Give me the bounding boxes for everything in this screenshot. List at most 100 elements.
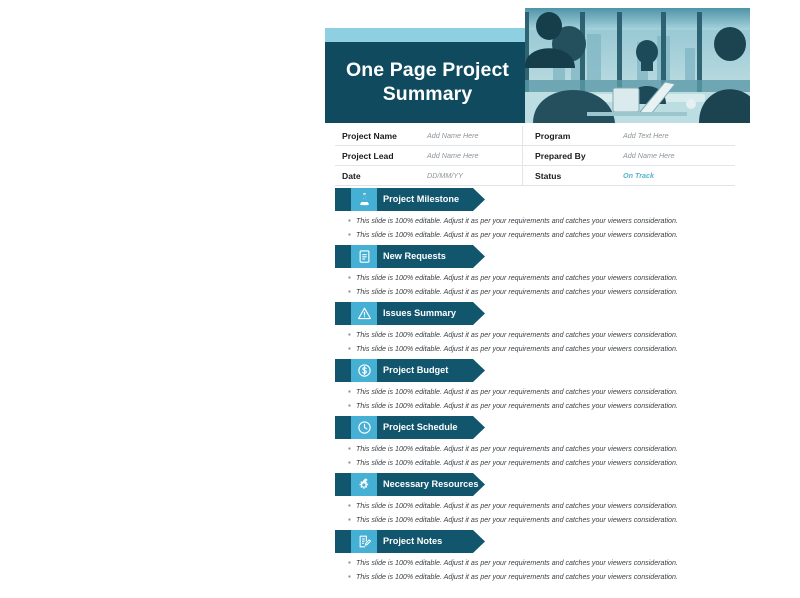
field-label-prepared-by: Prepared By [535,150,586,161]
list-item: ▪ This slide is 100% editable. Adjust it… [348,343,738,355]
bullet-dot-icon: ▪ [348,572,351,581]
list-item: ▪ This slide is 100% editable. Adjust it… [348,329,738,341]
section-bullets: ▪ This slide is 100% editable. Adjust it… [348,272,738,300]
bullet-text: This slide is 100% editable. Adjust it a… [356,559,678,567]
sections-list: Project Milestone ▪ This slide is 100% e… [335,188,740,587]
bullet-dot-icon: ▪ [348,401,351,410]
section-label: Project Milestone [383,194,460,204]
table-row: Project Name Add Name Here Program Add T… [335,126,735,146]
field-label-date: Date [342,170,361,181]
bullet-text: This slide is 100% editable. Adjust it a… [356,231,678,239]
field-label-project-name: Project Name [342,130,397,141]
business-meeting-photo [525,8,750,123]
section-bullets: ▪ This slide is 100% editable. Adjust it… [348,329,738,357]
bullet-text: This slide is 100% editable. Adjust it a… [356,502,678,510]
section-issues-summary: Issues Summary ▪ This slide is 100% edit… [335,302,740,359]
section-project-budget: Project Budget ▪ This slide is 100% edit… [335,359,740,416]
field-label-project-lead: Project Lead [342,150,394,161]
field-label-program: Program [535,130,571,141]
section-bullets: ▪ This slide is 100% editable. Adjust it… [348,500,738,528]
section-banner[interactable]: Necessary Resources [335,473,495,496]
clock-circle-icon [351,416,377,439]
bullet-dot-icon: ▪ [348,230,351,239]
section-project-notes: Project Notes ▪ This slide is 100% edita… [335,530,740,587]
list-item: ▪ This slide is 100% editable. Adjust it… [348,400,738,412]
bullet-dot-icon: ▪ [348,515,351,524]
page-title: One Page Project Summary [345,58,510,105]
bullet-text: This slide is 100% editable. Adjust it a… [356,274,678,282]
slide-header: One Page Project Summary [325,0,750,123]
list-item: ▪ This slide is 100% editable. Adjust it… [348,215,738,227]
section-label: Necessary Resources [383,479,479,489]
section-bullets: ▪ This slide is 100% editable. Adjust it… [348,557,738,585]
dollar-circle-icon [351,359,377,382]
bullet-dot-icon: ▪ [348,458,351,467]
section-banner[interactable]: New Requests [335,245,495,268]
bullet-text: This slide is 100% editable. Adjust it a… [356,345,678,353]
section-banner[interactable]: Project Schedule [335,416,495,439]
bullet-text: This slide is 100% editable. Adjust it a… [356,288,678,296]
section-label: Issues Summary [383,308,457,318]
slide-canvas: One Page Project Summary Project Name Ad… [325,0,750,598]
bullet-text: This slide is 100% editable. Adjust it a… [356,331,678,339]
bullet-text: This slide is 100% editable. Adjust it a… [356,516,678,524]
section-label: New Requests [383,251,446,261]
list-item: ▪ This slide is 100% editable. Adjust it… [348,443,738,455]
field-value-prepared-by[interactable]: Add Name Here [623,151,733,160]
bullet-text: This slide is 100% editable. Adjust it a… [356,573,678,581]
note-pencil-icon [351,530,377,553]
column-divider [522,146,523,165]
list-item: ▪ This slide is 100% editable. Adjust it… [348,514,738,526]
section-bullets: ▪ This slide is 100% editable. Adjust it… [348,215,738,243]
status-badge[interactable]: On Track [623,171,654,180]
section-banner[interactable]: Issues Summary [335,302,495,325]
list-item: ▪ This slide is 100% editable. Adjust it… [348,286,738,298]
section-necessary-resources: Necessary Resources ▪ This slide is 100%… [335,473,740,530]
bullet-text: This slide is 100% editable. Adjust it a… [356,402,678,410]
section-label: Project Notes [383,536,443,546]
bullet-text: This slide is 100% editable. Adjust it a… [356,445,678,453]
section-new-requests: New Requests ▪ This slide is 100% editab… [335,245,740,302]
section-bullets: ▪ This slide is 100% editable. Adjust it… [348,443,738,471]
field-value-project-lead[interactable]: Add Name Here [427,151,522,160]
field-value-project-name[interactable]: Add Name Here [427,131,522,140]
section-banner[interactable]: Project Notes [335,530,495,553]
section-banner[interactable]: Project Milestone [335,188,495,211]
bullet-dot-icon: ▪ [348,216,351,225]
bullet-dot-icon: ▪ [348,330,351,339]
list-item: ▪ This slide is 100% editable. Adjust it… [348,229,738,241]
list-item: ▪ This slide is 100% editable. Adjust it… [348,457,738,469]
section-project-milestone: Project Milestone ▪ This slide is 100% e… [335,188,740,245]
bullet-text: This slide is 100% editable. Adjust it a… [356,459,678,467]
flask-icon [351,188,377,211]
section-banner[interactable]: Project Budget [335,359,495,382]
list-item: ▪ This slide is 100% editable. Adjust it… [348,557,738,569]
warning-triangle-icon [351,302,377,325]
clipboard-document-icon [351,245,377,268]
bullet-dot-icon: ▪ [348,273,351,282]
section-bullets: ▪ This slide is 100% editable. Adjust it… [348,386,738,414]
column-divider [522,126,523,145]
field-value-program[interactable]: Add Text Here [623,131,733,140]
bullet-dot-icon: ▪ [348,344,351,353]
bullet-dot-icon: ▪ [348,501,351,510]
table-row: Project Lead Add Name Here Prepared By A… [335,146,735,166]
section-project-schedule: Project Schedule ▪ This slide is 100% ed… [335,416,740,473]
bullet-text: This slide is 100% editable. Adjust it a… [356,388,678,396]
bullet-dot-icon: ▪ [348,287,351,296]
section-label: Project Schedule [383,422,458,432]
bullet-dot-icon: ▪ [348,387,351,396]
list-item: ▪ This slide is 100% editable. Adjust it… [348,386,738,398]
header-title-box: One Page Project Summary [325,42,530,123]
bullet-text: This slide is 100% editable. Adjust it a… [356,217,678,225]
list-item: ▪ This slide is 100% editable. Adjust it… [348,272,738,284]
field-value-date[interactable]: DD/MM/YY [427,171,522,180]
header-light-bar [325,28,530,42]
list-item: ▪ This slide is 100% editable. Adjust it… [348,500,738,512]
section-label: Project Budget [383,365,449,375]
project-info-table: Project Name Add Name Here Program Add T… [335,126,735,186]
column-divider [522,166,523,185]
gears-icon [351,473,377,496]
list-item: ▪ This slide is 100% editable. Adjust it… [348,571,738,583]
table-row: Date DD/MM/YY Status On Track [335,166,735,186]
